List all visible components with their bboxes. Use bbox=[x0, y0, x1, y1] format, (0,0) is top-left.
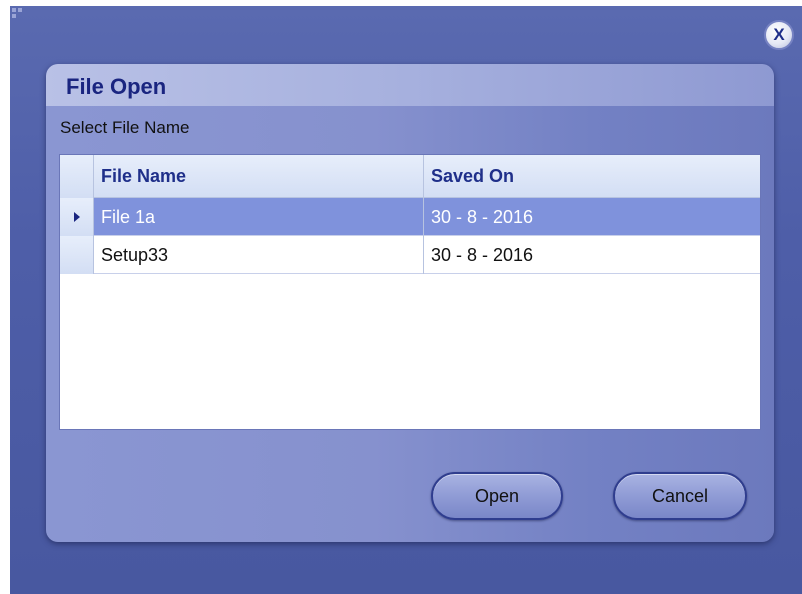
saved-on-cell[interactable]: 30 - 8 - 2016 bbox=[424, 236, 760, 274]
row-header-corner bbox=[60, 155, 94, 198]
table-row[interactable]: Setup33 30 - 8 - 2016 bbox=[60, 236, 760, 274]
row-selector[interactable] bbox=[60, 236, 94, 274]
close-button[interactable]: X bbox=[764, 20, 794, 50]
dialog-header: File Open bbox=[46, 64, 774, 106]
triangle-right-icon bbox=[73, 212, 80, 223]
app-window: X File Open Select File Name File Name S… bbox=[10, 6, 802, 594]
table-header-row: File Name Saved On bbox=[60, 155, 760, 198]
close-icon: X bbox=[773, 25, 785, 44]
column-header-file-name[interactable]: File Name bbox=[94, 155, 424, 198]
file-open-dialog: File Open Select File Name File Name Sav… bbox=[46, 64, 774, 542]
dialog-title: File Open bbox=[66, 74, 167, 99]
grip-icon bbox=[12, 8, 24, 20]
cancel-button[interactable]: Cancel bbox=[613, 472, 747, 520]
select-file-label: Select File Name bbox=[60, 118, 190, 137]
table-row[interactable]: File 1a 30 - 8 - 2016 bbox=[60, 198, 760, 236]
column-header-saved-on[interactable]: Saved On bbox=[424, 155, 760, 198]
row-selector[interactable] bbox=[60, 198, 94, 236]
file-name-cell[interactable]: Setup33 bbox=[94, 236, 424, 274]
file-name-cell[interactable]: File 1a bbox=[94, 198, 424, 236]
file-table: File Name Saved On File 1a 30 - 8 - 2016… bbox=[59, 154, 761, 430]
saved-on-cell[interactable]: 30 - 8 - 2016 bbox=[424, 198, 760, 236]
open-button[interactable]: Open bbox=[431, 472, 563, 520]
